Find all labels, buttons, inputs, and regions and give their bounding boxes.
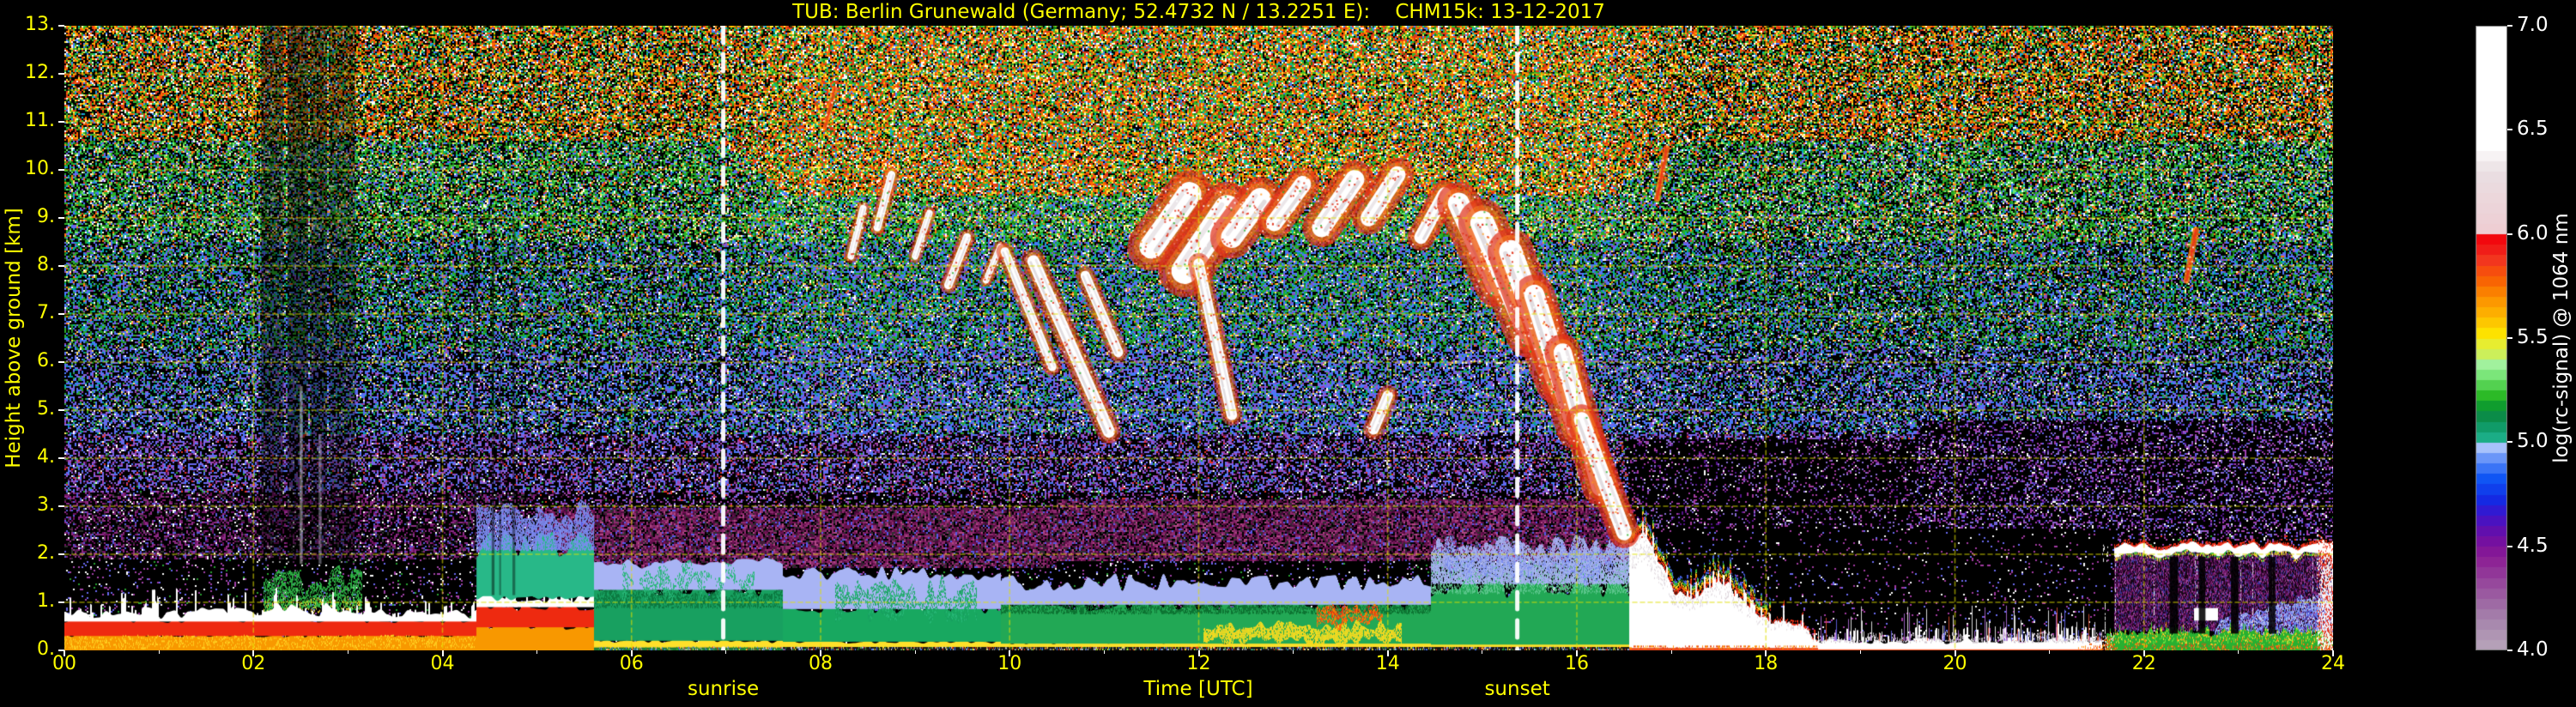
colorbar-tick-mark [2507, 129, 2512, 131]
x-minor-tick-mark [914, 650, 916, 654]
colorbar-tick-mark [2507, 25, 2512, 27]
x-minor-tick-mark [347, 650, 349, 654]
x-minor-tick-mark [725, 650, 727, 654]
x-axis-label: Time [UTC] [1143, 678, 1253, 700]
y-tick-mark [58, 505, 64, 507]
x-minor-tick-mark [158, 650, 160, 654]
ceilometer-quicklook: TUB: Berlin Grunewald (Germany; 52.4732 … [0, 0, 2576, 707]
y-tick-label: 1. [37, 590, 55, 612]
y-tick-mark [58, 73, 64, 75]
x-tick-mark [2143, 650, 2145, 656]
x-tick-mark [1576, 650, 1578, 656]
heatmap-canvas [64, 26, 2333, 650]
y-tick-mark [58, 25, 64, 27]
colorbar-tick-label: 5.0 [2517, 430, 2549, 453]
x-tick-mark [820, 650, 821, 656]
y-tick-label: 13. [25, 14, 55, 35]
y-tick-mark [58, 409, 64, 411]
x-tick-mark [64, 650, 65, 656]
x-tick-mark [1009, 650, 1011, 656]
x-tick-mark [1954, 650, 1956, 656]
colorbar-tick-mark [2507, 441, 2512, 444]
colorbar-tick-label: 4.5 [2517, 534, 2549, 557]
y-tick-mark [58, 601, 64, 603]
y-tick-label: 12. [25, 62, 55, 83]
y-tick-label: 6. [37, 350, 55, 372]
colorbar-tick-mark [2507, 650, 2512, 651]
colorbar-tick-mark [2507, 233, 2512, 235]
x-tick-mark [252, 650, 255, 656]
y-tick-mark [58, 457, 64, 459]
x-minor-tick-mark [1859, 650, 1861, 654]
x-minor-tick-mark [1670, 650, 1672, 654]
y-tick-mark [58, 313, 64, 315]
colorbar-tick-label: 6.5 [2517, 118, 2549, 141]
y-tick-mark [58, 169, 64, 171]
x-tick-mark [1386, 650, 1389, 656]
x-tick-mark [1197, 650, 1200, 656]
y-tick-label: 3. [37, 494, 55, 516]
colorbar-tick-label: 5.5 [2517, 326, 2549, 348]
colorbar-tick-mark [2507, 545, 2512, 547]
x-tick-mark [630, 650, 633, 656]
y-axis-label: Height above ground [km] [3, 208, 25, 468]
y-tick-mark [58, 361, 64, 363]
y-tick-label: 4. [37, 446, 55, 468]
y-tick-label: 2. [37, 542, 55, 564]
sunrise-annotation: sunrise [688, 678, 760, 700]
y-tick-label: 8. [37, 254, 55, 275]
colorbar-tick-label: 7.0 [2517, 14, 2549, 36]
y-tick-label: 7. [37, 302, 55, 323]
colorbar-tick-mark [2507, 337, 2512, 339]
x-tick-mark [1765, 650, 1767, 656]
x-tick-mark [2332, 650, 2334, 656]
colorbar-tick-label: 6.0 [2517, 221, 2549, 245]
sunset-annotation: sunset [1484, 678, 1550, 700]
x-minor-tick-mark [536, 650, 538, 654]
y-tick-mark [58, 217, 64, 219]
x-minor-tick-mark [1103, 650, 1105, 654]
y-tick-mark [58, 265, 64, 267]
y-tick-label: 5. [37, 398, 55, 420]
x-tick-mark [441, 650, 444, 656]
y-tick-mark [58, 121, 64, 123]
y-tick-label: 9. [37, 206, 55, 227]
x-minor-tick-mark [1293, 650, 1294, 654]
x-minor-tick-mark [2049, 650, 2051, 654]
y-tick-label: 11. [25, 110, 55, 131]
x-minor-tick-mark [2238, 650, 2240, 654]
colorbar-tick-label: 4.0 [2517, 638, 2549, 661]
y-tick-mark [58, 553, 64, 555]
colorbar [2476, 26, 2507, 650]
y-tick-label: 10. [25, 158, 55, 179]
page-title: TUB: Berlin Grunewald (Germany; 52.4732 … [792, 1, 1605, 23]
